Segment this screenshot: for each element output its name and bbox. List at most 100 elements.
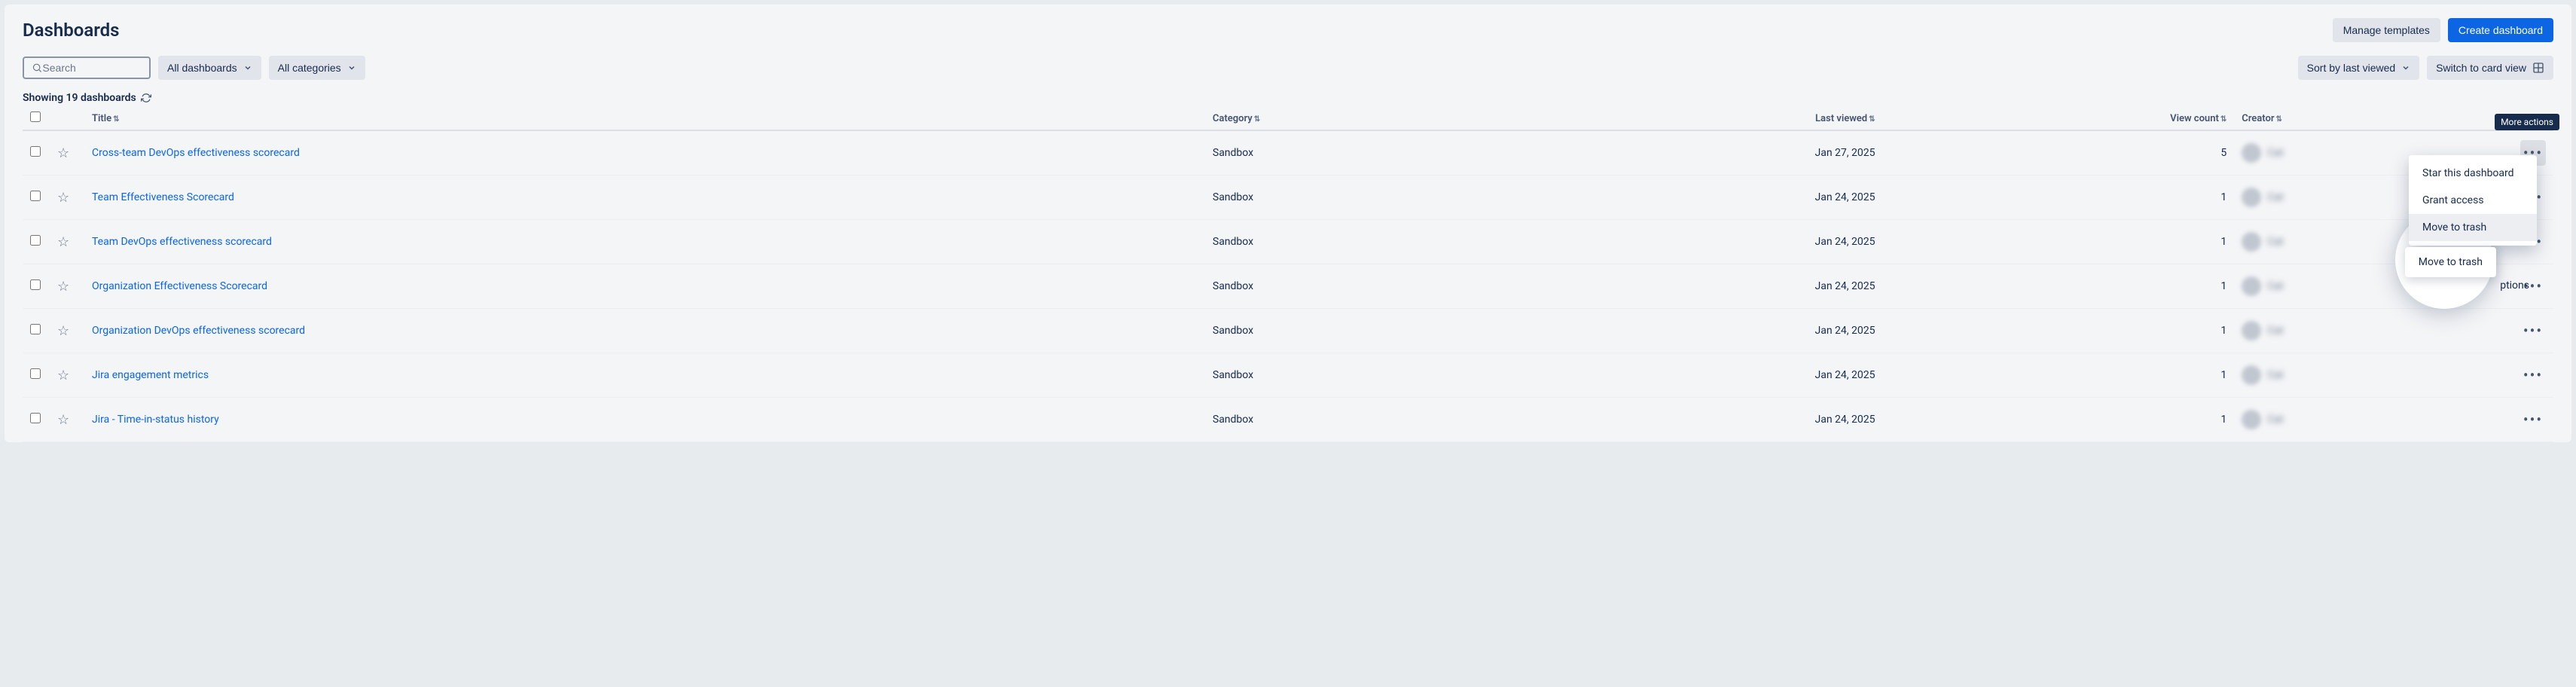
row-checkbox[interactable] [30, 235, 41, 246]
star-icon[interactable]: ☆ [57, 279, 69, 295]
avatar [2242, 321, 2261, 340]
header-actions: Manage templates Create dashboard [2333, 18, 2553, 42]
spotlight-label: Move to trash [2405, 247, 2496, 277]
all-dashboards-filter[interactable]: All dashboards [158, 56, 261, 80]
dashboards-table: Title⇅ Category⇅ Last viewed⇅ View count… [23, 107, 2553, 442]
dashboard-title-link[interactable]: Team Effectiveness Scorecard [92, 191, 234, 203]
column-view-count[interactable]: View count⇅ [1883, 107, 2235, 130]
table-row: ☆ Cross-team DevOps effectiveness scorec… [23, 130, 2553, 176]
menu-grant-access[interactable]: Grant access [2409, 187, 2537, 214]
sort-icon: ⇅ [1254, 115, 1260, 124]
summary-text: Showing 19 dashboards [23, 92, 136, 104]
row-actions-menu: Star this dashboard Grant access Move to… [2409, 155, 2537, 246]
dashboard-title-link[interactable]: Organization Effectiveness Scorecard [92, 280, 267, 292]
avatar [2242, 232, 2261, 252]
table-row: ☆ Jira engagement metrics Sandbox Jan 24… [23, 353, 2553, 398]
sort-icon: ⇅ [113, 115, 119, 124]
row-checkbox[interactable] [30, 368, 41, 379]
table-row: ☆ Organization DevOps effectiveness scor… [23, 309, 2553, 353]
last-viewed-cell: Jan 24, 2025 [1513, 176, 1883, 220]
more-actions-button[interactable]: ••• [2520, 362, 2546, 388]
category-cell: Sandbox [1205, 220, 1513, 264]
refresh-icon[interactable] [141, 93, 151, 103]
table-row: ☆ Jira - Time-in-status history Sandbox … [23, 398, 2553, 442]
creator-name: Cat [2267, 369, 2283, 381]
manage-templates-button[interactable]: Manage templates [2333, 18, 2440, 42]
table-row: ☆ Team DevOps effectiveness scorecard Sa… [23, 220, 2553, 264]
creator-name: Cat [2267, 191, 2283, 203]
search-input[interactable] [42, 62, 142, 74]
row-checkbox[interactable] [30, 279, 41, 290]
last-viewed-cell: Jan 24, 2025 [1513, 220, 1883, 264]
sort-button[interactable]: Sort by last viewed [2298, 56, 2420, 80]
star-icon[interactable]: ☆ [57, 234, 69, 250]
view-count-cell: 1 [1883, 264, 2235, 309]
avatar [2242, 410, 2261, 429]
grid-icon [2532, 62, 2544, 74]
partial-text: ptions [2500, 279, 2529, 292]
view-count-cell: 1 [1883, 220, 2235, 264]
page-title: Dashboards [23, 20, 120, 41]
creator-cell: Cat [2234, 398, 2513, 442]
more-actions-button[interactable]: ••• [2520, 318, 2546, 344]
creator-name: Cat [2267, 325, 2283, 337]
filter-label: All dashboards [167, 62, 237, 74]
star-icon[interactable]: ☆ [57, 145, 69, 161]
dashboard-title-link[interactable]: Cross-team DevOps effectiveness scorecar… [92, 147, 300, 159]
select-all-checkbox[interactable] [30, 111, 41, 122]
creator-cell: Cat [2234, 309, 2513, 353]
column-creator[interactable]: Creator⇅ [2234, 107, 2513, 130]
switch-view-label: Switch to card view [2436, 62, 2526, 74]
view-count-cell: 1 [1883, 309, 2235, 353]
row-checkbox[interactable] [30, 191, 41, 201]
star-icon[interactable]: ☆ [57, 323, 69, 339]
row-checkbox[interactable] [30, 146, 41, 157]
sort-icon: ⇅ [1869, 115, 1875, 124]
chevron-down-icon [243, 63, 252, 72]
menu-move-to-trash[interactable]: Move to trash [2409, 214, 2537, 241]
row-checkbox[interactable] [30, 413, 41, 423]
ellipsis-icon: ••• [2523, 323, 2543, 338]
column-title[interactable]: Title⇅ [84, 107, 1205, 130]
avatar [2242, 365, 2261, 385]
creator-name: Cat [2267, 147, 2283, 159]
creator-name: Cat [2267, 236, 2283, 248]
sort-icon: ⇅ [2276, 115, 2282, 124]
avatar [2242, 143, 2261, 163]
ellipsis-icon: ••• [2523, 368, 2543, 383]
last-viewed-cell: Jan 27, 2025 [1513, 130, 1883, 176]
column-category[interactable]: Category⇅ [1205, 107, 1513, 130]
switch-view-button[interactable]: Switch to card view [2427, 56, 2553, 80]
sort-label: Sort by last viewed [2307, 62, 2396, 74]
last-viewed-cell: Jan 24, 2025 [1513, 353, 1883, 398]
category-cell: Sandbox [1205, 264, 1513, 309]
star-icon[interactable]: ☆ [57, 412, 69, 428]
all-categories-filter[interactable]: All categories [269, 56, 365, 80]
category-cell: Sandbox [1205, 309, 1513, 353]
search-box[interactable] [23, 56, 151, 79]
star-icon[interactable]: ☆ [57, 368, 69, 383]
controls-row: All dashboards All categories Sort by la… [23, 56, 2553, 80]
dashboard-title-link[interactable]: Jira - Time-in-status history [92, 414, 219, 426]
creator-cell: Cat [2234, 353, 2513, 398]
category-cell: Sandbox [1205, 353, 1513, 398]
dashboard-title-link[interactable]: Jira engagement metrics [92, 369, 209, 381]
dashboard-title-link[interactable]: Organization DevOps effectiveness scorec… [92, 325, 305, 337]
star-icon[interactable]: ☆ [57, 190, 69, 206]
create-dashboard-button[interactable]: Create dashboard [2448, 18, 2553, 42]
more-actions-button[interactable]: ••• [2520, 407, 2546, 432]
column-last-viewed[interactable]: Last viewed⇅ [1513, 107, 1883, 130]
row-checkbox[interactable] [30, 324, 41, 334]
category-cell: Sandbox [1205, 176, 1513, 220]
sort-icon: ⇅ [2220, 115, 2227, 124]
chevron-down-icon [2401, 63, 2410, 72]
avatar [2242, 188, 2261, 207]
avatar [2242, 276, 2261, 296]
controls-left: All dashboards All categories [23, 56, 365, 80]
table-row: ☆ Team Effectiveness Scorecard Sandbox J… [23, 176, 2553, 220]
dashboard-title-link[interactable]: Team DevOps effectiveness scorecard [92, 236, 272, 248]
last-viewed-cell: Jan 24, 2025 [1513, 264, 1883, 309]
controls-right: Sort by last viewed Switch to card view [2298, 56, 2553, 80]
menu-star-dashboard[interactable]: Star this dashboard [2409, 160, 2537, 187]
last-viewed-cell: Jan 24, 2025 [1513, 398, 1883, 442]
